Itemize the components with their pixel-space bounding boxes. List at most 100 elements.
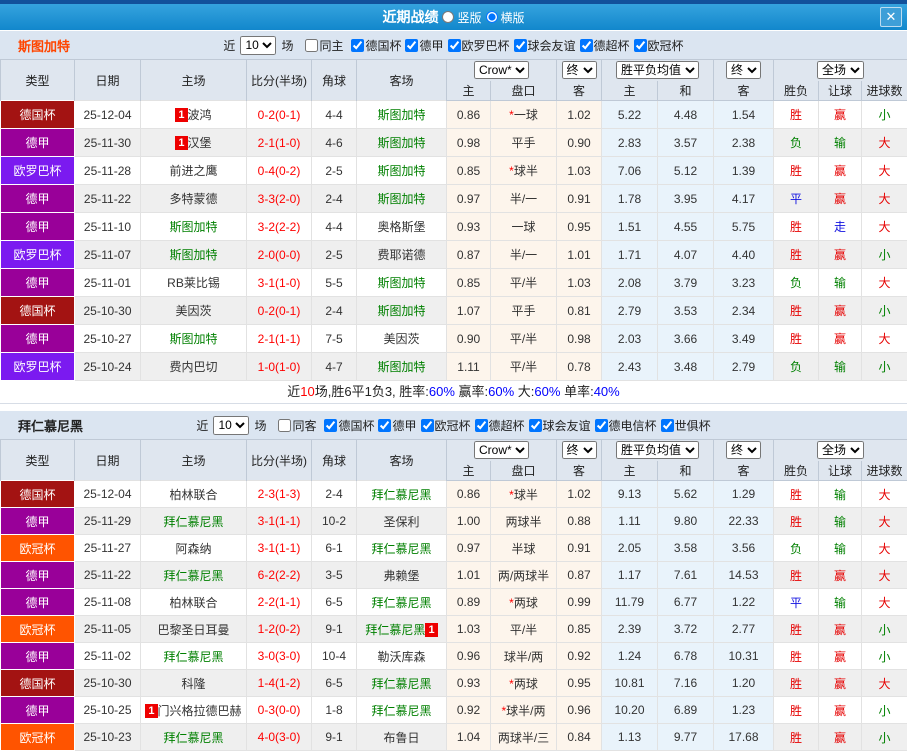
star-mark: * — [509, 677, 514, 691]
result-goals-cell: 小 — [862, 353, 907, 381]
away-team-cell: 斯图加特 — [357, 101, 447, 129]
league-checkbox[interactable] — [378, 419, 391, 432]
bookmaker-select[interactable]: Crow* — [474, 441, 529, 459]
away-team-cell: 斯图加特 — [357, 297, 447, 325]
column-header: 比分(半场) — [247, 440, 312, 481]
summary-segment: 大: — [514, 384, 534, 399]
league-checkbox[interactable] — [529, 419, 542, 432]
vertical-radio-input[interactable] — [442, 11, 454, 23]
odds-home-cell: 0.90 — [447, 325, 491, 353]
matches-table: 类型日期主场比分(半场)角球客场Crow*终胜平负均值终全场主盘口客主和客胜负让… — [0, 59, 907, 381]
team-name: 圣保利 — [383, 515, 419, 529]
recent-count-select[interactable]: 10 — [213, 416, 249, 435]
league-checkbox-label[interactable]: 德甲 — [403, 37, 443, 54]
league-checkbox[interactable] — [405, 39, 418, 52]
league-checkbox-label[interactable]: 德超杯 — [473, 417, 525, 434]
handicap-cell: 半/一 — [491, 241, 557, 269]
league-checkbox-label[interactable]: 球会友谊 — [512, 37, 576, 54]
league-checkbox-label[interactable]: 德甲 — [376, 417, 416, 434]
scope-checkbox[interactable] — [305, 39, 318, 52]
avg-away-cell: 1.29 — [714, 481, 774, 508]
league-checkbox-label[interactable]: 欧罗巴杯 — [446, 37, 510, 54]
avg-home-cell: 7.06 — [602, 157, 658, 185]
fullmatch-select[interactable]: 全场 — [817, 61, 864, 79]
result-handicap-cell: 输 — [819, 269, 862, 297]
league-checkbox-label[interactable]: 德国杯 — [322, 417, 374, 434]
score-cell: 0-4(0-2) — [247, 157, 312, 185]
sub-column-header: 让球 — [819, 81, 862, 101]
away-team-cell: 斯图加特 — [357, 157, 447, 185]
summary-segment: 60% — [534, 384, 560, 399]
league-checkbox-label[interactable]: 欧冠杯 — [632, 37, 684, 54]
page-title: 近期战绩 — [382, 7, 438, 27]
league-checkbox-label[interactable]: 德国杯 — [349, 37, 401, 54]
league-checkbox-label[interactable]: 球会友谊 — [527, 417, 591, 434]
league-checkbox-label[interactable]: 欧冠杯 — [419, 417, 471, 434]
close-icon[interactable]: ✕ — [880, 7, 902, 27]
league-checkbox[interactable] — [351, 39, 364, 52]
sub-column-header: 盘口 — [491, 461, 557, 481]
avg-odds-select[interactable]: 胜平负均值 — [616, 441, 699, 459]
result-wdl-cell: 胜 — [774, 643, 819, 670]
league-checkbox[interactable] — [448, 39, 461, 52]
league-checkbox[interactable] — [580, 39, 593, 52]
recent-count-select[interactable]: 10 — [240, 36, 276, 55]
home-team-cell: 拜仁慕尼黑 — [141, 562, 247, 589]
league-checkbox[interactable] — [324, 419, 337, 432]
league-checkbox-label[interactable]: 德超杯 — [578, 37, 630, 54]
final-odds-select[interactable]: 终 — [562, 441, 597, 459]
odds-away-cell: 1.03 — [557, 157, 602, 185]
league-checkbox[interactable] — [661, 419, 674, 432]
league-checkbox-label[interactable]: 世俱杯 — [659, 417, 711, 434]
odds-away-cell: 0.91 — [557, 185, 602, 213]
team-name: 汉堡 — [188, 136, 212, 150]
score-cell: 6-2(2-2) — [247, 562, 312, 589]
league-cell: 德甲 — [1, 129, 75, 157]
league-checkbox-label[interactable]: 德电信杯 — [593, 417, 657, 434]
team-name: 拜仁慕尼黑 — [371, 542, 431, 556]
team-name: 拜仁慕尼黑 — [163, 569, 223, 583]
avg-away-cell: 2.38 — [714, 129, 774, 157]
league-checkbox[interactable] — [595, 419, 608, 432]
scope-checkbox-label[interactable]: 同客 — [276, 417, 316, 434]
fullmatch-select[interactable]: 全场 — [817, 441, 864, 459]
home-team-cell: 柏林联合 — [141, 589, 247, 616]
away-team-cell: 斯图加特 — [357, 185, 447, 213]
horizontal-radio-input[interactable] — [486, 11, 498, 23]
team-filter-bar: 斯图加特近10场同主德国杯德甲欧罗巴杯球会友谊德超杯欧冠杯 — [0, 31, 907, 59]
layout-radio-horizontal[interactable]: 横版 — [486, 9, 525, 26]
team-name: 拜仁慕尼黑 — [371, 596, 431, 610]
result-goals-cell: 大 — [862, 670, 907, 697]
match-row: 德甲25-11-22多特蒙德3-3(2-0)2-4斯图加特0.97半/一0.91… — [1, 185, 907, 213]
layout-radio-vertical[interactable]: 竖版 — [442, 9, 481, 26]
team-name: 拜仁慕尼黑 — [371, 677, 431, 691]
final-odds-select[interactable]: 终 — [562, 61, 597, 79]
sub-column-header: 和 — [658, 81, 714, 101]
bookmaker-select[interactable]: Crow* — [474, 61, 529, 79]
avg-odds-select[interactable]: 胜平负均值 — [616, 61, 699, 79]
avg-away-cell: 1.39 — [714, 157, 774, 185]
result-goals-cell: 小 — [862, 697, 907, 724]
result-goals-cell: 小 — [862, 724, 907, 751]
result-handicap-cell: 赢 — [819, 325, 862, 353]
scope-checkbox-label[interactable]: 同主 — [303, 37, 343, 54]
score-cell: 3-0(3-0) — [247, 643, 312, 670]
final-avg-select[interactable]: 终 — [726, 441, 761, 459]
corner-cell: 6-5 — [312, 670, 357, 697]
away-team-cell: 拜仁慕尼黑 — [357, 589, 447, 616]
league-checkbox[interactable] — [634, 39, 647, 52]
scope-checkbox[interactable] — [278, 419, 291, 432]
match-row: 德甲25-11-22拜仁慕尼黑6-2(2-2)3-5弗赖堡1.01两/两球半0.… — [1, 562, 907, 589]
corner-cell: 2-4 — [312, 481, 357, 508]
avg-away-cell: 3.56 — [714, 535, 774, 562]
avg-draw-cell: 4.48 — [658, 101, 714, 129]
final-avg-select[interactable]: 终 — [726, 61, 761, 79]
date-cell: 25-11-27 — [75, 535, 141, 562]
column-header: 类型 — [1, 60, 75, 101]
league-checkbox[interactable] — [514, 39, 527, 52]
team-name: 拜仁慕尼黑 — [163, 650, 223, 664]
score-cell: 0-3(0-0) — [247, 697, 312, 724]
league-checkbox[interactable] — [421, 419, 434, 432]
league-checkbox[interactable] — [475, 419, 488, 432]
result-goals-cell: 小 — [862, 643, 907, 670]
